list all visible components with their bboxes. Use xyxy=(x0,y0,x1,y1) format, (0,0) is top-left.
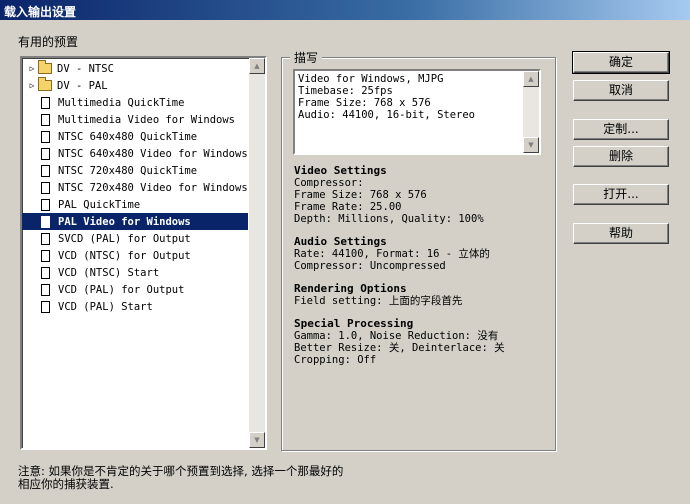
presets-label: 有用的预置 xyxy=(18,35,79,49)
document-icon xyxy=(41,283,50,296)
presets-scrollbar[interactable]: ▲ ▼ xyxy=(249,58,265,448)
preset-item-label: NTSC 720x480 QuickTime xyxy=(58,164,198,177)
document-icon xyxy=(41,113,50,126)
presets-listbox[interactable]: ▷ DV - NTSC ▷ DV - PAL Multimedia QuickTime M… xyxy=(20,56,267,450)
preset-item-label: VCD (PAL) Start xyxy=(58,300,153,313)
preset-item-label: Multimedia QuickTime xyxy=(58,96,185,109)
document-icon xyxy=(41,232,50,245)
settings-line: Frame Rate: 25.00 xyxy=(294,201,402,213)
settings-line: Compressor: Uncompressed xyxy=(294,260,446,272)
preset-item-label: VCD (NTSC) for Output xyxy=(58,249,191,262)
description-scrollbar[interactable]: ▲ ▼ xyxy=(523,71,539,153)
document-icon xyxy=(41,198,50,211)
preset-folder-item[interactable]: ▷ DV - PAL xyxy=(22,77,248,94)
settings-line: Gamma: 1.0, Noise Reduction: 没有 xyxy=(294,330,499,342)
delete-button[interactable]: 删除 xyxy=(573,146,669,167)
document-icon xyxy=(41,96,50,109)
description-line: Audio: 44100, 16-bit, Stereo xyxy=(298,109,476,121)
settings-summary: Video Settings Compressor: Frame Size: 768… xyxy=(294,164,552,367)
preset-item-label: NTSC 640x480 Video for Windows xyxy=(58,147,248,160)
preset-folder-item[interactable]: ▷ DV - NTSC xyxy=(22,60,248,77)
customize-button[interactable]: 定制... xyxy=(573,119,669,140)
preset-item-label: NTSC 720x480 Video for Windows xyxy=(58,181,248,194)
preset-item-label: DV - NTSC xyxy=(57,62,114,75)
preset-item[interactable]: VCD (PAL) for Output xyxy=(22,281,248,298)
document-icon xyxy=(41,215,50,228)
settings-line: Rate: 44100, Format: 16 - 立体的 xyxy=(294,248,490,260)
description-line: Video for Windows, MJPG xyxy=(298,73,444,85)
document-icon xyxy=(41,300,50,313)
preset-item[interactable]: Multimedia QuickTime xyxy=(22,94,248,111)
description-line: Frame Size: 768 x 576 xyxy=(298,97,431,109)
preset-item[interactable]: VCD (NTSC) Start xyxy=(22,264,248,281)
settings-section-header: Video Settings xyxy=(294,164,387,177)
settings-line: Field setting: 上面的字段首先 xyxy=(294,295,463,307)
preset-item[interactable]: Multimedia Video for Windows xyxy=(22,111,248,128)
preset-item[interactable]: PAL Video for Windows xyxy=(22,213,248,230)
settings-line: Depth: Millions, Quality: 100% xyxy=(294,213,484,225)
open-button[interactable]: 打开... xyxy=(573,184,669,205)
preset-item[interactable]: SVCD (PAL) for Output xyxy=(22,230,248,247)
settings-line: Frame Size: 768 x 576 xyxy=(294,189,427,201)
preset-item-label: VCD (PAL) for Output xyxy=(58,283,185,296)
settings-section-header: Audio Settings xyxy=(294,235,387,248)
scroll-down-arrow-icon[interactable]: ▼ xyxy=(249,432,265,448)
cancel-button[interactable]: 取消 xyxy=(573,80,669,101)
preset-item[interactable]: VCD (PAL) Start xyxy=(22,298,248,315)
document-icon xyxy=(41,266,50,279)
preset-item[interactable]: PAL QuickTime xyxy=(22,196,248,213)
ok-button[interactable]: 确定 xyxy=(572,51,670,74)
preset-item-label: PAL QuickTime xyxy=(58,198,141,211)
preset-item-label: Multimedia Video for Windows xyxy=(58,113,236,126)
window-title-bar: 载入输出设置 xyxy=(0,0,690,20)
scroll-up-arrow-icon[interactable]: ▲ xyxy=(523,71,539,87)
document-icon xyxy=(41,147,50,160)
help-button[interactable]: 帮助 xyxy=(573,223,669,244)
preset-item[interactable]: NTSC 720x480 QuickTime xyxy=(22,162,248,179)
folder-icon xyxy=(38,77,52,91)
description-group-title: 描写 xyxy=(290,49,323,66)
document-icon xyxy=(41,181,50,194)
description-text: Video for Windows, MJPG Timebase: 25fps Fr… xyxy=(298,73,521,121)
description-line: Timebase: 25fps xyxy=(298,85,393,97)
expand-arrow-icon[interactable]: ▷ xyxy=(26,81,38,90)
window-title: 载入输出设置 xyxy=(4,5,77,19)
settings-line: Compressor: xyxy=(294,177,364,189)
description-textbox[interactable]: Video for Windows, MJPG Timebase: 25fps Fr… xyxy=(293,69,541,155)
preset-item[interactable]: VCD (NTSC) for Output xyxy=(22,247,248,264)
document-icon xyxy=(41,164,50,177)
preset-item-label: PAL Video for Windows xyxy=(58,215,191,228)
scroll-up-arrow-icon[interactable]: ▲ xyxy=(249,58,265,74)
preset-item[interactable]: NTSC 640x480 QuickTime xyxy=(22,128,248,145)
preset-item[interactable]: NTSC 640x480 Video for Windows xyxy=(22,145,248,162)
scroll-down-arrow-icon[interactable]: ▼ xyxy=(523,137,539,153)
settings-line: Cropping: Off xyxy=(294,354,377,366)
preset-item-label: SVCD (PAL) for Output xyxy=(58,232,191,245)
settings-section-header: Special Processing xyxy=(294,317,414,330)
preset-item-label: DV - PAL xyxy=(57,79,108,92)
preset-item-label: VCD (NTSC) Start xyxy=(58,266,160,279)
presets-list: ▷ DV - NTSC ▷ DV - PAL Multimedia QuickTime M… xyxy=(22,58,248,448)
settings-line: Better Resize: 关, Deinterlace: 关 xyxy=(294,342,505,354)
document-icon xyxy=(41,130,50,143)
folder-icon xyxy=(38,60,52,74)
settings-section-header: Rendering Options xyxy=(294,282,407,295)
note-text: 注意: 如果你是不肯定的关于哪个预置到选择, 选择一个那最好的相应你的捕获装置. xyxy=(18,464,344,491)
expand-arrow-icon[interactable]: ▷ xyxy=(26,64,38,73)
preset-item[interactable]: NTSC 720x480 Video for Windows xyxy=(22,179,248,196)
preset-item-label: NTSC 640x480 QuickTime xyxy=(58,130,198,143)
document-icon xyxy=(41,249,50,262)
